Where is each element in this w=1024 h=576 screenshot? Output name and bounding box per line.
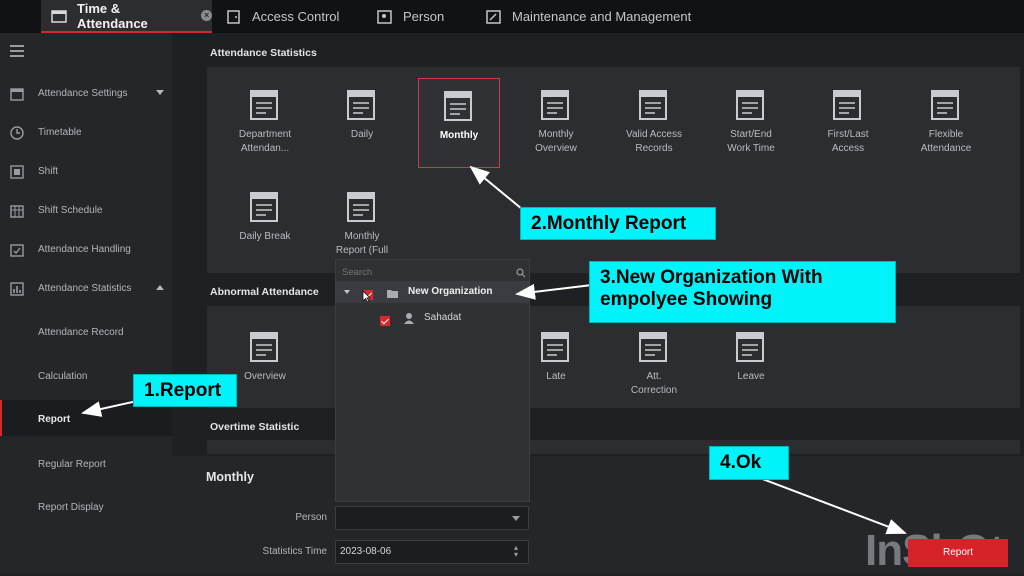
annotation-line: 3.New Organization With [600, 267, 823, 288]
arrow-3 [515, 283, 593, 300]
annotation-new-organization: 3.New Organization With empolyee Showing [589, 261, 896, 323]
arrow-2 [469, 165, 523, 210]
annotation-report: 1.Report [133, 374, 237, 407]
annotation-line: empolyee Showing [600, 289, 773, 310]
arrow-4 [759, 477, 907, 535]
arrow-1 [81, 400, 138, 417]
annotation-monthly-report: 2.Monthly Report [520, 207, 716, 240]
annotation-ok: 4.Ok [709, 446, 789, 480]
